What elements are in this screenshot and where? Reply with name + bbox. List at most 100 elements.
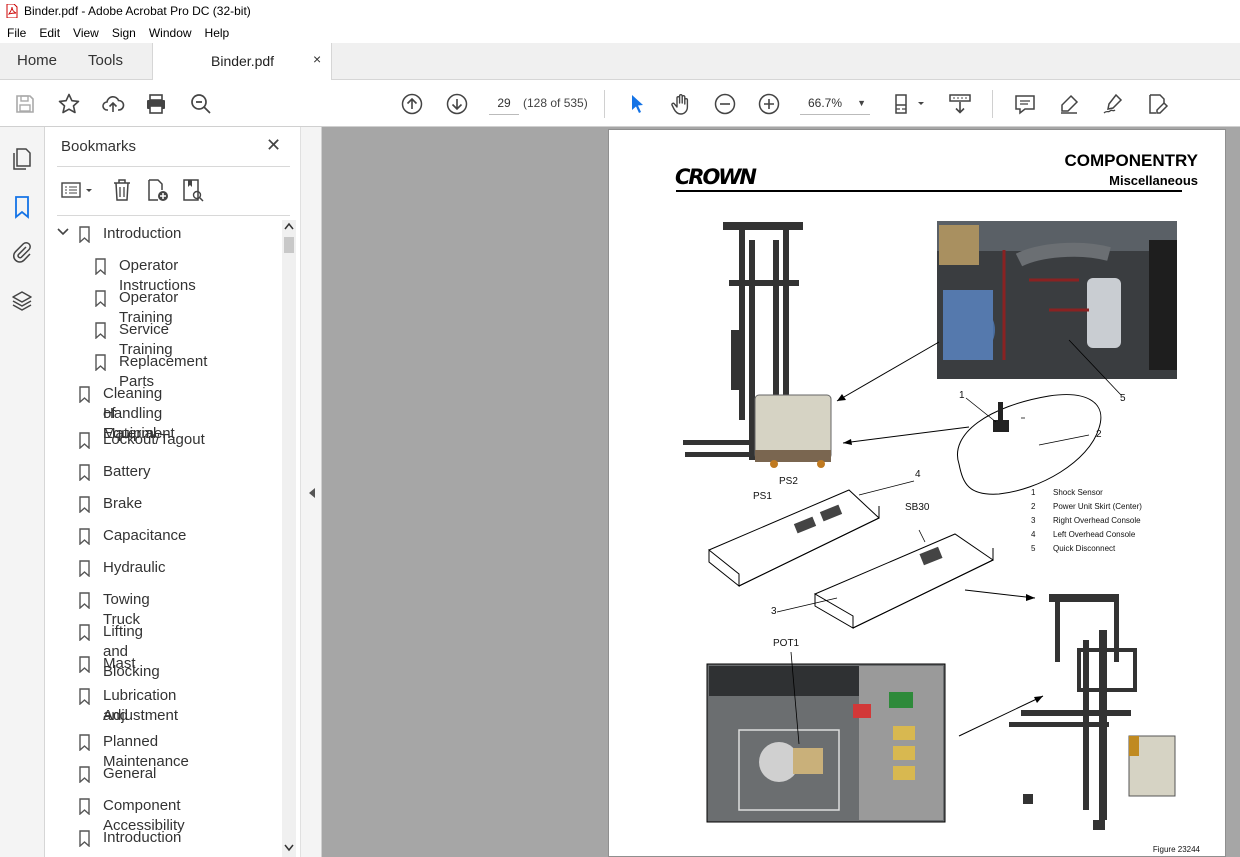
menu-edit[interactable]: Edit [32, 26, 66, 40]
delete-icon[interactable] [111, 178, 133, 202]
bookmark-label: Hydraulic [103, 559, 166, 576]
bookmark-label: Introduction [103, 829, 182, 846]
bookmark-ribbon-icon [79, 560, 90, 577]
bookmark-ribbon-icon [79, 734, 90, 751]
bookmark-label: Adjustment [103, 707, 179, 724]
next-page-icon[interactable] [444, 91, 470, 117]
callout-ps1: PS1 [753, 491, 772, 502]
menu-view[interactable]: View [66, 26, 105, 40]
upload-cloud-icon[interactable] [100, 91, 126, 117]
bookmark-ribbon-icon [79, 592, 90, 609]
acrobat-icon [6, 3, 18, 19]
chevron-down-icon[interactable] [57, 226, 69, 238]
window-title: Binder.pdf - Adobe Acrobat Pro DC (32-bi… [24, 4, 251, 18]
toolbar: 29 (128 of 535) 66.7% ▼ [0, 80, 1240, 127]
callout-3: 3 [771, 606, 777, 617]
bookmark-label: Lockout/Tagout [103, 431, 205, 448]
bookmark-ribbon-icon [79, 528, 90, 545]
bookmark-ribbon-icon [79, 766, 90, 783]
divider [57, 166, 290, 167]
menu-bar: File Edit View Sign Window Help [0, 22, 1240, 43]
bookmark-label: General [103, 765, 157, 782]
sign-pen-icon[interactable] [1100, 91, 1126, 117]
bookmarks-icon[interactable] [10, 195, 34, 219]
tab-document-label: Binder.pdf [211, 53, 275, 69]
scroll-up-icon[interactable] [284, 222, 294, 230]
document-view[interactable]: CROWN COMPONENTRY Miscellaneous 1 2 3 4 … [322, 127, 1240, 857]
bookmark-ribbon-icon [79, 624, 90, 641]
bookmark-label: Capacitance [103, 527, 187, 544]
menu-help[interactable]: Help [198, 26, 236, 40]
callout-4: 4 [915, 469, 921, 480]
edit-tools-icon[interactable] [1144, 91, 1170, 117]
zoom-level-select[interactable]: 66.7% ▼ [800, 91, 870, 115]
scroll-mode-icon[interactable] [947, 91, 973, 117]
bookmark-ribbon-icon [95, 354, 106, 371]
save-icon[interactable] [12, 91, 38, 117]
page-thumbnails-icon[interactable] [10, 147, 34, 171]
close-icon[interactable]: ✕ [266, 135, 281, 156]
title-bar: Binder.pdf - Adobe Acrobat Pro DC (32-bi… [0, 0, 1240, 22]
menu-file[interactable]: File [0, 26, 32, 40]
tab-home[interactable]: Home [17, 43, 57, 79]
navigation-rail [0, 127, 45, 857]
bookmark-search-icon[interactable] [180, 178, 206, 202]
zoom-out-icon[interactable] [712, 91, 738, 117]
scrollbar-thumb[interactable] [284, 237, 294, 253]
bookmark-label: Mast [103, 655, 136, 672]
zoom-in-icon[interactable] [756, 91, 782, 117]
options-menu-icon[interactable] [61, 180, 95, 200]
select-cursor-icon[interactable] [624, 91, 650, 117]
callout-sb30: SB30 [905, 502, 930, 513]
bookmark-ribbon-icon [95, 322, 106, 339]
layers-icon[interactable] [10, 289, 34, 313]
star-icon[interactable] [56, 91, 82, 117]
chevron-down-icon: ▼ [857, 98, 866, 108]
componentry-figure [683, 221, 1177, 830]
menu-window[interactable]: Window [142, 26, 198, 40]
pdf-page: CROWN COMPONENTRY Miscellaneous 1 2 3 4 … [608, 129, 1226, 857]
toolbar-divider [992, 90, 993, 118]
bookmark-ribbon-icon [95, 290, 106, 307]
bookmark-ribbon-icon [95, 258, 106, 275]
attachments-icon[interactable] [10, 240, 34, 264]
bookmark-ribbon-icon [79, 496, 90, 513]
zoom-level-value: 66.7% [808, 96, 843, 110]
page-count: (128 of 535) [523, 96, 588, 110]
page-display-icon[interactable] [892, 91, 928, 117]
tab-document[interactable]: Binder.pdf × [152, 43, 332, 80]
tab-tools[interactable]: Tools [88, 43, 123, 79]
callout-2: 2 [1096, 429, 1102, 440]
bookmark-ribbon-icon [79, 432, 90, 449]
figure-number: Figure 23244 [1152, 845, 1200, 854]
bookmarks-title: Bookmarks [61, 138, 137, 155]
toolbar-divider [604, 90, 605, 118]
new-bookmark-icon[interactable] [145, 178, 171, 202]
tab-close-icon[interactable]: × [313, 51, 321, 67]
bookmark-label: Battery [103, 463, 151, 480]
highlight-pen-icon[interactable] [1056, 91, 1082, 117]
divider [57, 215, 290, 216]
bookmark-ribbon-icon [79, 830, 90, 847]
zoom-search-icon[interactable] [188, 91, 214, 117]
scroll-down-icon[interactable] [284, 844, 294, 852]
prev-page-icon[interactable] [399, 91, 425, 117]
page-number-input[interactable]: 29 [489, 91, 519, 115]
callout-ps2: PS2 [779, 476, 798, 487]
print-icon[interactable] [143, 91, 169, 117]
bookmark-label: Brake [103, 495, 143, 512]
hand-tool-icon[interactable] [668, 91, 694, 117]
panel-splitter[interactable] [300, 127, 322, 857]
collapse-panel-icon[interactable] [308, 487, 316, 499]
bookmark-label: Introduction [103, 225, 182, 242]
bookmarks-panel: Bookmarks ✕ Introduction Operator Instruc… [45, 127, 300, 857]
bookmark-ribbon-icon [79, 798, 90, 815]
callout-1: 1 [959, 390, 965, 401]
comment-icon[interactable] [1012, 91, 1038, 117]
bookmark-ribbon-icon [79, 386, 90, 403]
bookmark-ribbon-icon [79, 688, 90, 705]
tab-bar: Home Tools Binder.pdf × [0, 43, 1240, 80]
callout-5: 5 [1120, 393, 1126, 404]
bookmarks-scrollbar[interactable] [282, 220, 296, 857]
menu-sign[interactable]: Sign [105, 26, 142, 40]
